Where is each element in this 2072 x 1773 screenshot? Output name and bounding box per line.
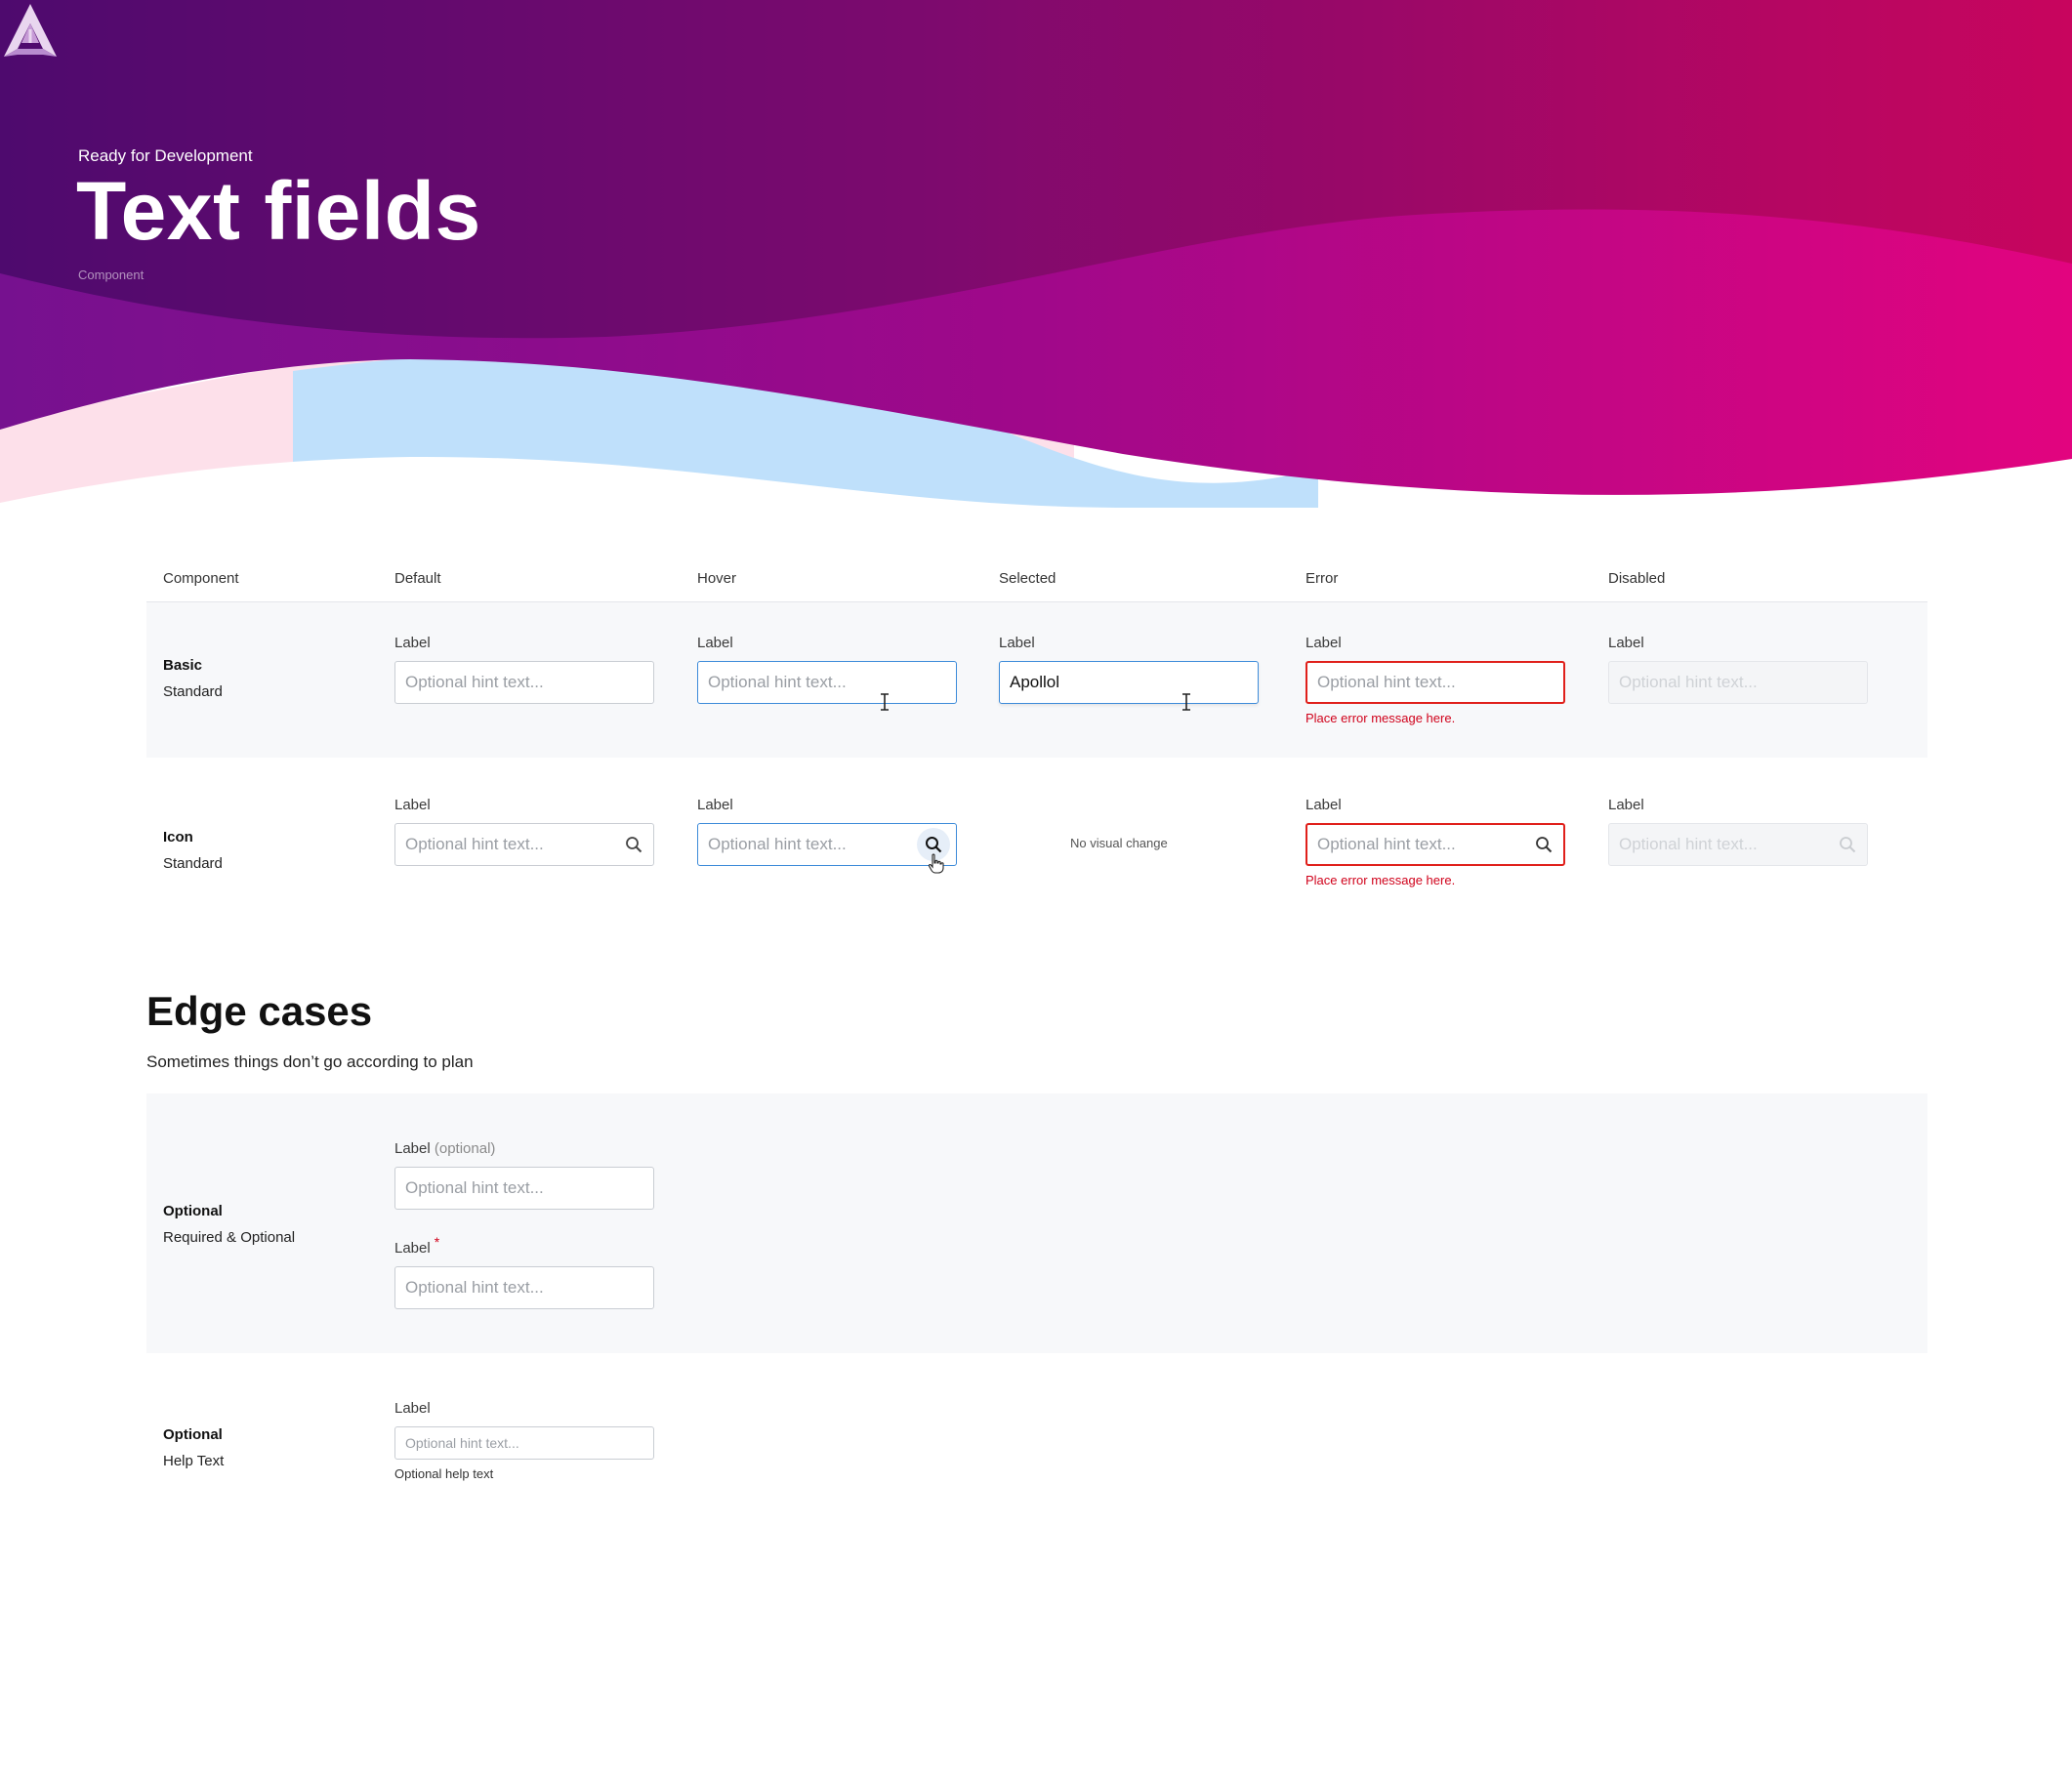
label-text: Label	[394, 1240, 431, 1257]
input-value: Apollol	[1010, 673, 1060, 691]
placeholder-text: Optional hint text...	[405, 673, 544, 691]
column-header-component: Component	[163, 570, 239, 587]
placeholder-text: Optional hint text...	[1619, 835, 1758, 853]
placeholder-text: Optional hint text...	[1317, 673, 1456, 691]
help-text: Optional help text	[394, 1466, 494, 1481]
field-label: Label	[1305, 797, 1342, 813]
no-visual-change-note: No visual change	[1070, 836, 1168, 850]
field-label: Label	[394, 635, 431, 651]
row-subtitle: Standard	[163, 683, 223, 700]
column-header-hover: Hover	[697, 570, 737, 587]
field-label: Label	[394, 1400, 431, 1417]
row-subtitle: Standard	[163, 855, 223, 872]
column-header-default: Default	[394, 570, 441, 587]
edge-row-required-optional: Optional Required & Optional Label (opti…	[146, 1093, 1927, 1353]
column-header-selected: Selected	[999, 570, 1057, 587]
basic-error-input[interactable]: Optional hint text...	[1305, 661, 1565, 704]
field-label: Label (optional)	[394, 1140, 495, 1157]
help-input[interactable]: Optional hint text...	[394, 1426, 654, 1460]
row-title: Icon	[163, 829, 193, 845]
error-message: Place error message here.	[1305, 873, 1456, 887]
search-icon[interactable]	[1534, 835, 1554, 854]
required-mark: *	[434, 1234, 440, 1250]
row-title: Basic	[163, 657, 203, 674]
optional-tag: (optional)	[434, 1140, 496, 1157]
search-icon	[1838, 835, 1857, 854]
column-header-disabled: Disabled	[1608, 570, 1666, 587]
icon-disabled-input: Optional hint text...	[1608, 823, 1868, 866]
logo-icon	[4, 4, 57, 57]
basic-default-input[interactable]: Optional hint text...	[394, 661, 654, 704]
field-label: Label	[1305, 635, 1342, 651]
placeholder-text: Optional hint text...	[1317, 835, 1456, 853]
row-title: Optional	[163, 1203, 223, 1219]
row-title: Optional	[163, 1426, 223, 1443]
field-label: Label	[697, 797, 733, 813]
column-header-error: Error	[1305, 570, 1339, 587]
placeholder-text: Optional hint text...	[405, 1178, 544, 1197]
field-label: Label	[697, 635, 733, 651]
search-icon[interactable]	[624, 835, 643, 854]
error-message: Place error message here.	[1305, 711, 1456, 725]
field-label: Label	[999, 635, 1035, 651]
field-label: Label	[1608, 797, 1644, 813]
placeholder-text: Optional hint text...	[405, 1435, 519, 1451]
field-label: Label	[394, 797, 431, 813]
placeholder-text: Optional hint text...	[708, 835, 847, 853]
row-subtitle: Help Text	[163, 1453, 225, 1469]
icon-error-input[interactable]: Optional hint text...	[1305, 823, 1565, 866]
placeholder-text: Optional hint text...	[708, 673, 847, 691]
edge-row-help-text: Optional Help Text Label Optional hint t…	[146, 1353, 1927, 1500]
hand-cursor-icon	[928, 853, 944, 874]
table-row-basic: Basic Standard Label Optional hint text.…	[146, 602, 1927, 758]
basic-selected-input[interactable]: Apollol	[999, 661, 1259, 704]
page-title: Text fields	[76, 165, 481, 257]
placeholder-text: Optional hint text...	[405, 835, 544, 853]
field-label: Label	[1608, 635, 1644, 651]
label-text: Label	[394, 1140, 431, 1157]
status-label: Ready for Development	[78, 146, 253, 165]
required-input[interactable]: Optional hint text...	[394, 1266, 654, 1309]
page-kind: Component	[78, 268, 145, 282]
table-header: Component Default Hover Selected Error D…	[146, 566, 1927, 603]
table-row-icon: Icon Standard Label Optional hint text..…	[146, 758, 1927, 914]
placeholder-text: Optional hint text...	[1619, 673, 1758, 691]
section-title: Edge cases	[146, 988, 373, 1034]
basic-disabled-input: Optional hint text...	[1608, 661, 1868, 704]
icon-hover-input[interactable]: Optional hint text...	[697, 823, 957, 866]
hero-banner: Ready for Development Text fields Compon…	[0, 0, 2072, 508]
basic-hover-input[interactable]: Optional hint text...	[697, 661, 957, 704]
text-cursor-icon	[1182, 693, 1190, 711]
icon-default-input[interactable]: Optional hint text...	[394, 823, 654, 866]
text-cursor-icon	[881, 693, 889, 711]
row-subtitle: Required & Optional	[163, 1229, 296, 1246]
placeholder-text: Optional hint text...	[405, 1278, 544, 1297]
section-subtitle: Sometimes things don’t go according to p…	[146, 1052, 474, 1071]
field-label: Label *	[394, 1234, 439, 1257]
optional-input[interactable]: Optional hint text...	[394, 1167, 654, 1210]
